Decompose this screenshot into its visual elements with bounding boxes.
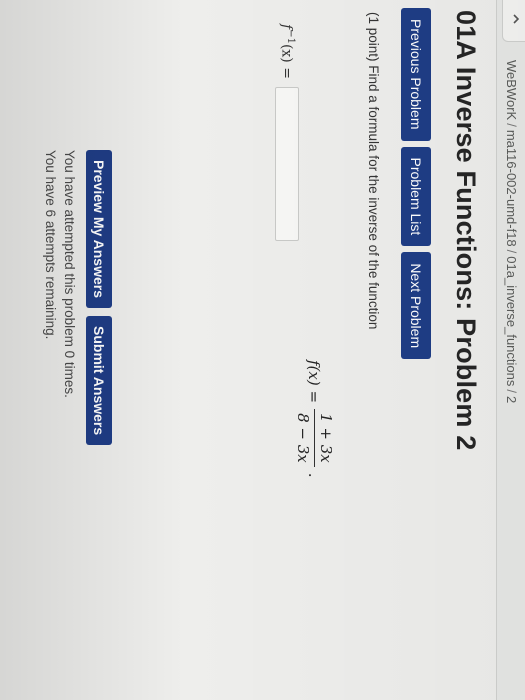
photo-frame: WeBWorK / ma116-002-umd-f18 / 01a_inverse_fu… [0,0,525,700]
breadcrumb-item-course[interactable]: ma116-002-umd-f18 [504,130,519,247]
breadcrumb-separator: / [504,389,519,393]
answer-label: f−1(x) = [278,24,296,79]
remaining-text: You have 6 attempts remaining. [43,150,58,340]
answer-label-rest: (x) = [278,43,295,79]
next-problem-button[interactable]: Next Problem [401,252,431,360]
problem-nav: Previous Problem Problem List Next Probl… [397,8,431,360]
home-icon [513,14,520,24]
breadcrumb-separator: / [504,123,519,127]
formula-fraction: 1 + 3x 8 − 3x [294,409,335,467]
function-formula: f(x) = 1 + 3x 8 − 3x . [294,360,335,478]
breadcrumb-item-set[interactable]: 01a_inverse_functions [504,256,519,386]
breadcrumb-separator: / [504,249,519,254]
formula-numerator: 1 + 3x [314,409,335,467]
formula-period: . [305,472,324,478]
problem-statement: (1 point) Find a formula for the inverse… [366,12,381,330]
formula-lhs: f(x) = [305,360,324,404]
answer-input[interactable] [275,86,299,241]
answer-row: f−1(x) = [275,24,299,241]
submit-answers-button[interactable]: Submit Answers [86,316,112,446]
home-tab[interactable] [502,0,525,42]
breadcrumb-bar: WeBWorK / ma116-002-umd-f18 / 01a_inverse_fu… [496,0,525,700]
submit-row: Preview My Answers Submit Answers [86,150,112,446]
previous-problem-button[interactable]: Previous Problem [401,8,431,141]
preview-answers-button[interactable]: Preview My Answers [86,150,112,308]
page-title: 01A Inverse Functions: Problem 2 [451,10,481,451]
webwork-page: WeBWorK / ma116-002-umd-f18 / 01a_inverse_fu… [0,0,525,700]
breadcrumb: WeBWorK / ma116-002-umd-f18 / 01a_inverse_fu… [504,60,519,403]
problem-list-button[interactable]: Problem List [401,146,431,247]
attempt-status: You have attempted this problem 0 times.… [41,150,79,398]
breadcrumb-item-problem: 2 [504,396,519,404]
rotated-screen: WeBWorK / ma116-002-umd-f18 / 01a_inverse_fu… [0,0,525,700]
answer-label-sup: −1 [284,29,296,44]
attempted-text: You have attempted this problem 0 times. [62,150,77,398]
breadcrumb-item-webwork[interactable]: WeBWorK [504,60,519,120]
formula-denominator: 8 − 3x [294,413,312,463]
